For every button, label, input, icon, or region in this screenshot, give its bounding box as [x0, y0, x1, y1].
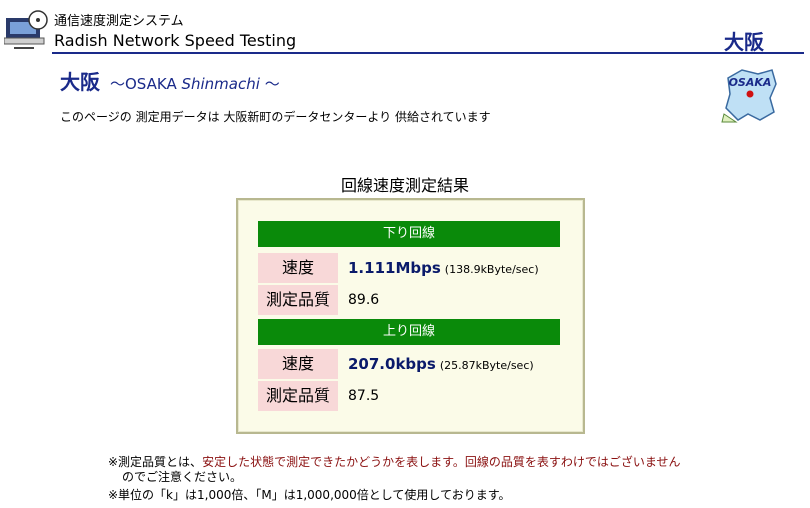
city-sub-suffix: ～ — [259, 75, 280, 93]
download-speed-value: 1.111Mbps — [348, 259, 441, 277]
upload-quality-label: 測定品質 — [258, 381, 338, 411]
unit-note: ※単位の「k」は1,000倍、「M」は1,000,000倍として使用しております… — [108, 488, 511, 502]
download-quality-label: 測定品質 — [258, 285, 338, 315]
upload-band: 上り回線 — [258, 319, 560, 345]
upload-speed-detail: (25.87kByte/sec) — [439, 359, 534, 372]
city-name: 大阪 — [60, 70, 100, 94]
city-subtitle: ～OSAKA Shinmachi ～ — [110, 75, 280, 93]
upload-quality-value: 87.5 — [348, 388, 380, 404]
download-band: 下り回線 — [258, 221, 560, 247]
quality-note-c: のでご注意ください。 — [122, 470, 243, 484]
osaka-map-icon: OSAKA — [720, 64, 780, 124]
download-speed: 1.111Mbps (138.9kByte/sec) — [348, 253, 539, 283]
quality-note-b: 安定した状態で測定できたかどうかを表します。回線の品質を表すわけではございません — [202, 455, 681, 469]
city-sub-italic: Shinmachi — [181, 75, 260, 93]
upload-speed: 207.0kbps (25.87kByte/sec) — [348, 349, 534, 379]
header-divider — [52, 52, 804, 54]
city-sub-prefix: ～OSAKA — [110, 75, 182, 93]
page-description: このページの 測定用データは 大阪新町のデータセンターより 供給されています — [60, 110, 491, 124]
app-subtitle: 通信速度測定システム — [54, 14, 184, 29]
quality-note-a: ※測定品質とは、 — [108, 455, 203, 469]
app-logo-icon — [3, 8, 50, 52]
result-heading: 回線速度測定結果 — [340, 176, 469, 195]
map-label: OSAKA — [729, 76, 772, 89]
page-title: 大阪 ～OSAKA Shinmachi ～ — [60, 66, 280, 95]
region-name: 大阪 — [724, 30, 764, 54]
app-title: Radish Network Speed Testing — [54, 31, 297, 50]
download-quality-value: 89.6 — [348, 292, 380, 308]
upload-speed-value: 207.0kbps — [348, 355, 436, 373]
upload-speed-label: 速度 — [258, 349, 338, 379]
download-speed-detail: (138.9kByte/sec) — [444, 263, 539, 276]
download-speed-label: 速度 — [258, 253, 338, 283]
result-panel: 下り回線 速度 1.111Mbps (138.9kByte/sec) 測定品質 8… — [236, 198, 585, 434]
